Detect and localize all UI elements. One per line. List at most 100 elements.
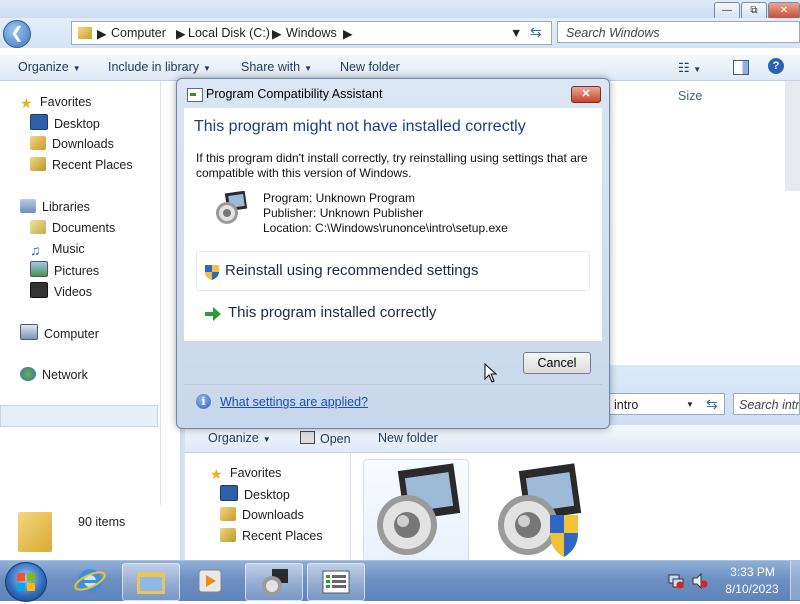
- windows-logo-icon: [17, 573, 35, 591]
- nav-computer-selected[interactable]: [0, 405, 158, 427]
- close-button[interactable]: ✕: [571, 86, 601, 103]
- refresh-icon[interactable]: ⇆: [706, 393, 718, 415]
- new-folder-button[interactable]: New folder: [340, 60, 400, 74]
- search-input[interactable]: Search Windows: [557, 21, 800, 43]
- nav-downloads-label: Downloads: [242, 508, 304, 522]
- chevron-right-icon[interactable]: ▶: [343, 26, 353, 41]
- program-icon: [216, 191, 248, 224]
- nav-music-label: Music: [52, 242, 85, 256]
- mouse-cursor-icon: [484, 363, 498, 383]
- nav-pictures[interactable]: Pictures: [30, 261, 99, 279]
- nav-downloads-label: Downloads: [52, 137, 114, 151]
- taskbar-media-player[interactable]: [182, 563, 238, 599]
- navigation-pane: ★ Favorites Desktop Downloads Recent Plac…: [185, 453, 351, 560]
- refresh-icon[interactable]: ⇆: [530, 24, 542, 41]
- nav-computer-label: Computer: [44, 327, 99, 341]
- organize-button[interactable]: Organize ▼: [18, 60, 81, 74]
- reinstall-option-label: Reinstall using recommended settings: [225, 262, 479, 279]
- clock-date[interactable]: 8/10/2023: [716, 582, 788, 596]
- nav-favorites-label: Favorites: [40, 95, 92, 109]
- scrollbar[interactable]: [785, 81, 800, 191]
- nav-recent-places[interactable]: Recent Places: [30, 156, 133, 174]
- nav-favorites-label: Favorites: [230, 466, 282, 480]
- taskbar: [0, 560, 800, 602]
- divider: [184, 384, 602, 385]
- breadcrumb-intro[interactable]: intro: [614, 398, 638, 412]
- taskbar-internet-explorer[interactable]: [62, 563, 118, 599]
- nav-computer[interactable]: Computer: [20, 324, 99, 342]
- address-bar[interactable]: ▶ Computer ▶ Local Disk (C:) ▶ Windows ▶…: [71, 21, 552, 45]
- nav-favorites[interactable]: ★ Favorites: [20, 93, 91, 111]
- breadcrumb-computer[interactable]: Computer: [111, 26, 166, 40]
- search-input[interactable]: Search intro: [733, 393, 800, 415]
- dialog-description: If this program didn't install correctly…: [196, 151, 588, 180]
- nav-downloads[interactable]: Downloads: [220, 506, 304, 524]
- breadcrumb-local-disk[interactable]: Local Disk (C:): [188, 26, 270, 40]
- nav-network[interactable]: Network: [20, 366, 88, 384]
- include-in-library-button[interactable]: Include in library ▼: [108, 60, 211, 74]
- media-setup-icon[interactable]: [367, 463, 463, 559]
- media-player-icon: [198, 569, 222, 593]
- cancel-button[interactable]: Cancel: [523, 352, 591, 374]
- desktop-icon: [220, 485, 238, 501]
- nav-desktop[interactable]: Desktop: [220, 485, 290, 503]
- volume-muted-icon[interactable]: [692, 573, 708, 589]
- star-icon: ★: [210, 466, 223, 482]
- show-desktop-button[interactable]: [790, 561, 800, 600]
- chevron-right-icon[interactable]: ▶: [272, 26, 282, 41]
- chevron-down-icon[interactable]: ▼: [510, 26, 522, 40]
- breadcrumb-windows[interactable]: Windows: [286, 26, 337, 40]
- taskbar-compatibility-assistant[interactable]: [307, 563, 365, 601]
- new-folder-button[interactable]: New folder: [378, 431, 438, 445]
- nav-downloads[interactable]: Downloads: [30, 135, 114, 153]
- clock-time[interactable]: 3:33 PM: [720, 565, 785, 579]
- organize-button[interactable]: Organize ▼: [208, 431, 271, 445]
- publisher-name: Publisher: Unknown Publisher: [263, 206, 424, 220]
- dialog-body: This program might not have installed co…: [184, 108, 602, 341]
- network-tray-icon[interactable]: [668, 573, 684, 589]
- nav-documents-label: Documents: [52, 221, 116, 235]
- music-icon: ♫: [30, 242, 41, 258]
- nav-videos[interactable]: Videos: [30, 282, 92, 300]
- reinstall-recommended-option[interactable]: Reinstall using recommended settings: [196, 251, 590, 291]
- open-button[interactable]: Open: [300, 431, 351, 446]
- nav-documents[interactable]: Documents: [30, 219, 115, 237]
- column-header-size[interactable]: Size: [678, 89, 702, 103]
- taskbar-windows-explorer[interactable]: [122, 563, 180, 601]
- nav-libraries[interactable]: Libraries: [20, 198, 90, 216]
- nav-network-label: Network: [42, 368, 88, 382]
- address-bar[interactable]: intro ▼ ⇆: [605, 393, 725, 415]
- view-options-icon[interactable]: ☷ ▼: [678, 60, 701, 76]
- open-icon: [300, 431, 315, 444]
- nav-desktop[interactable]: Desktop: [30, 114, 100, 132]
- folder-icon: [137, 572, 165, 594]
- organize-label: Organize: [208, 431, 259, 445]
- installed-correctly-option[interactable]: This program installed correctly: [196, 295, 588, 333]
- back-button[interactable]: ❮: [3, 20, 31, 48]
- nav-recent-places-label: Recent Places: [242, 529, 323, 543]
- taskbar-setup-program[interactable]: [245, 563, 303, 601]
- organize-label: Organize: [18, 60, 69, 74]
- recent-places-icon: [30, 157, 46, 171]
- program-name: Program: Unknown Program: [263, 191, 416, 205]
- info-icon: i: [196, 394, 211, 409]
- nav-music[interactable]: ♫ Music: [30, 240, 85, 258]
- media-setup-icon: [262, 569, 288, 596]
- libraries-icon: [20, 199, 36, 213]
- preview-pane-icon[interactable]: [733, 60, 749, 75]
- include-in-library-label: Include in library: [108, 60, 200, 74]
- nav-favorites[interactable]: ★ Favorites: [210, 464, 281, 482]
- recent-places-icon: [220, 528, 236, 542]
- share-with-button[interactable]: Share with ▼: [241, 60, 312, 74]
- nav-recent-places[interactable]: Recent Places: [220, 527, 323, 545]
- chevron-down-icon[interactable]: ▼: [686, 394, 694, 416]
- start-button[interactable]: [5, 562, 47, 602]
- settings-applied-link[interactable]: What settings are applied?: [220, 395, 368, 409]
- folder-icon: [18, 512, 52, 552]
- media-setup-shield-icon[interactable]: [488, 463, 584, 559]
- program-location: Location: C:\Windows\runonce\intro\setup…: [263, 221, 508, 235]
- help-icon[interactable]: ?: [768, 58, 784, 74]
- computer-icon: [20, 324, 38, 340]
- chevron-right-icon[interactable]: ▶: [176, 26, 186, 41]
- share-with-label: Share with: [241, 60, 301, 74]
